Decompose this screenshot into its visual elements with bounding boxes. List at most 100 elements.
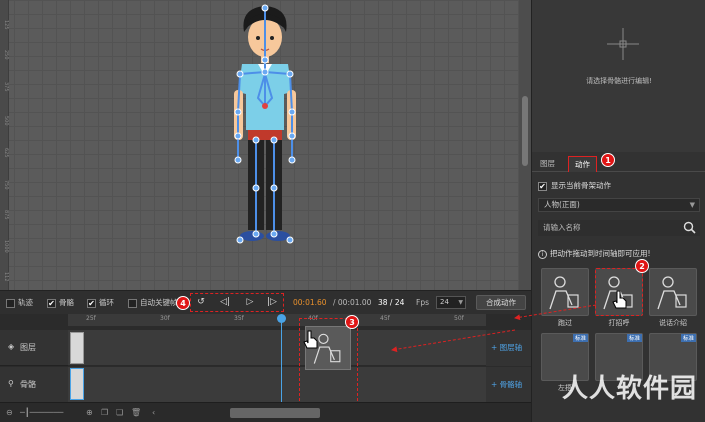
frame-counter: 38 / 24 — [378, 298, 405, 307]
ruler-tick: 375 — [3, 82, 9, 92]
canvas-vertical-scrollbar[interactable] — [519, 0, 531, 290]
step-badge-2: 2 — [635, 259, 649, 273]
tab-layers[interactable]: 图层 — [540, 156, 555, 172]
prev-frame-icon[interactable]: ◁| — [219, 296, 231, 308]
track-body-layer[interactable] — [68, 330, 486, 366]
ruler-tick: 112 — [3, 272, 9, 282]
character-select[interactable]: 人物(正面) ▼ — [538, 198, 700, 212]
checkbox-checked-icon[interactable]: ✔ — [47, 298, 56, 308]
chevron-down-icon: ▼ — [689, 201, 695, 209]
show-current-action-row[interactable]: ✔ 显示当前骨架动作 — [538, 180, 611, 191]
info-icon: i — [538, 250, 547, 259]
layers-icon: ◈ — [8, 342, 15, 351]
add-bone-track[interactable]: + 骨骼轴 — [486, 367, 531, 403]
zoom-slider[interactable]: ─┃─────── — [20, 408, 63, 417]
standard-tag: 标准 — [572, 334, 588, 342]
play-icon[interactable]: ▷ — [244, 296, 256, 308]
auto-key-toggle[interactable]: 自动关键帧 — [128, 297, 178, 308]
character-select-value: 人物(正面) — [544, 200, 580, 209]
bone-clip-thumbnail[interactable] — [70, 368, 84, 400]
action-card-label: 打招呼 — [608, 319, 630, 327]
show-current-action-label: 显示当前骨架动作 — [551, 181, 611, 190]
stage-canvas[interactable]: 125 250 375 500 625 750 875 1000 112 — [0, 0, 531, 290]
action-card-pass[interactable] — [541, 268, 589, 316]
track-head-bone[interactable]: ⚲ 骨骼 — [0, 367, 68, 403]
action-card-label: 跑过 — [558, 319, 572, 327]
playhead-line[interactable] — [281, 318, 282, 410]
step-badge-4: 4 — [176, 296, 190, 310]
total-time: / 00:01.00 — [333, 298, 372, 307]
search-icon[interactable] — [683, 221, 696, 234]
paste-icon[interactable]: ❏ — [116, 408, 123, 417]
bone-toggle[interactable]: ✔ 骨骼 — [47, 297, 74, 308]
track-head-layer[interactable]: ◈ 图层 — [0, 330, 68, 366]
action-figure-icon — [657, 276, 687, 310]
ruler-tick: 500 — [3, 116, 9, 126]
compose-action-button[interactable]: 合成动作 — [476, 295, 526, 310]
add-layer-label: + 图层轴 — [491, 343, 523, 352]
chevron-down-icon: ▼ — [458, 299, 463, 306]
timeline-horizontal-scrollbar[interactable] — [230, 408, 320, 418]
checkbox-checked-icon[interactable]: ✔ — [87, 298, 96, 308]
auto-key-label: 自动关键帧 — [140, 298, 178, 307]
scroll-left-icon[interactable]: ‹ — [152, 408, 155, 417]
crosshair-icon — [607, 28, 639, 60]
scrollbar-thumb[interactable] — [522, 96, 528, 166]
checkbox-unchecked-icon[interactable] — [6, 298, 15, 308]
trail-label: 轨迹 — [18, 298, 33, 307]
tab-actions[interactable]: 动作 — [568, 156, 597, 172]
ruler-label: 25f — [86, 315, 96, 322]
drag-hint: i 把动作拖动到时间轴即可应用! — [538, 248, 651, 259]
add-layer-track[interactable]: + 图层轴 — [486, 330, 531, 366]
timeline-bottom-bar: ⊖ ─┃─────── ⊕ ❐ ❏ 🗑 ‹ — [0, 402, 531, 422]
action-search-input[interactable]: 请输入名称 — [538, 220, 700, 236]
action-card-label: 说话介绍 — [659, 319, 687, 327]
bone-edit-hint: 请选择骨骼进行编辑! — [586, 77, 652, 85]
ruler-label: 30f — [160, 315, 170, 322]
zoom-out-icon[interactable]: ⊖ — [6, 408, 13, 417]
step-badge-1: 1 — [601, 153, 615, 167]
hand-cursor-icon — [303, 330, 318, 349]
fps-value: 24 — [440, 298, 449, 306]
bone-edit-area: 请选择骨骼进行编辑! — [532, 0, 705, 152]
ruler-label: 45f — [380, 315, 390, 322]
ruler-tick: 875 — [3, 210, 9, 220]
ruler-label: 50f — [454, 315, 464, 322]
copy-icon[interactable]: ❐ — [101, 408, 108, 417]
ruler-tick: 250 — [3, 50, 9, 60]
step-badge-3: 3 — [345, 315, 359, 329]
action-figure-icon — [549, 276, 579, 310]
standard-tag: 标准 — [680, 334, 696, 342]
layer-clip-thumbnail[interactable] — [70, 332, 84, 364]
fps-label: Fps — [416, 298, 429, 307]
trail-toggle[interactable]: 轨迹 — [6, 297, 33, 308]
drag-hint-text: 把动作拖动到时间轴即可应用! — [550, 249, 651, 258]
track-label: 骨骼 — [20, 380, 36, 389]
loop-toggle[interactable]: ✔ 循环 — [87, 297, 114, 308]
vertical-ruler: 125 250 375 500 625 750 875 1000 112 — [0, 0, 9, 290]
search-placeholder: 请输入名称 — [543, 223, 581, 232]
checkbox-checked-icon[interactable]: ✔ — [538, 181, 547, 191]
track-body-bone[interactable] — [68, 367, 486, 403]
next-frame-icon[interactable]: |▷ — [266, 296, 278, 308]
action-card-intro[interactable] — [649, 268, 697, 316]
standard-tag: 标准 — [626, 334, 642, 342]
panel-tabs: 图层 动作 — [532, 156, 705, 172]
fps-select[interactable]: 24 ▼ — [436, 296, 466, 309]
bone-figure-icon: ⚲ — [8, 379, 14, 388]
trash-icon[interactable]: 🗑 — [131, 408, 141, 417]
current-time: 00:01.60 — [293, 298, 327, 307]
rewind-icon[interactable]: ↺ — [195, 296, 207, 308]
checkbox-unchecked-icon[interactable] — [128, 298, 137, 308]
timeline-toolbar: 轨迹 ✔ 骨骼 ✔ 循环 自动关键帧 4 ↺ ◁| ▷ |▷ 00:01.60 / … — [0, 290, 531, 314]
zoom-in-icon[interactable]: ⊕ — [86, 408, 93, 417]
ruler-tick: 125 — [3, 20, 9, 30]
track-label: 图层 — [20, 343, 36, 352]
bone-label: 骨骼 — [59, 298, 74, 307]
loop-label: 循环 — [99, 298, 114, 307]
character-with-bones[interactable] — [222, 2, 308, 252]
add-bone-label: + 骨骼轴 — [491, 380, 523, 389]
right-panel: 请选择骨骼进行编辑! 图层 动作 1 ✔ 显示当前骨架动作 人物(正面) ▼ 请输… — [531, 0, 705, 422]
ruler-tick: 625 — [3, 148, 9, 158]
ruler-tick: 750 — [3, 180, 9, 190]
